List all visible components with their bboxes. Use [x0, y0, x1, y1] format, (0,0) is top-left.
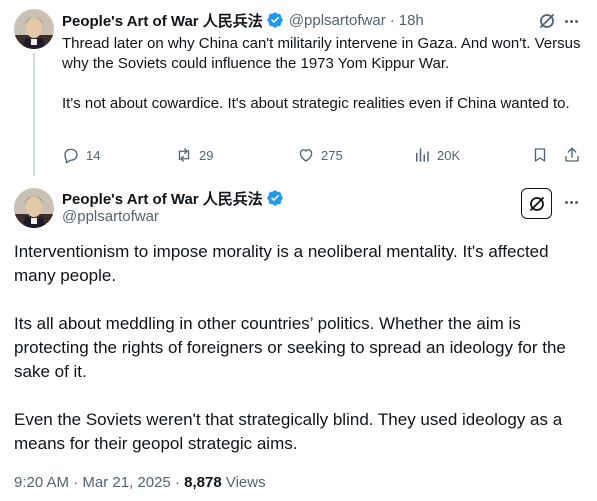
post-time[interactable]: 9:20 AM [14, 474, 69, 491]
more-icon[interactable] [560, 11, 582, 31]
author-name[interactable]: People's Art of War 人民兵法 [62, 10, 263, 31]
avatar[interactable] [14, 9, 54, 49]
post-date[interactable]: Mar 21, 2025 [82, 474, 170, 491]
tweet-paragraph: Thread later on why China can't militari… [62, 35, 581, 72]
views-icon [416, 148, 429, 162]
views-label: Views [225, 474, 266, 491]
views-button[interactable]: 20K [413, 144, 460, 166]
tweet-paragraph: It's not about cowardice. It's about str… [62, 95, 570, 112]
author-name-row: People's Art of War 人民兵法 [62, 188, 284, 208]
avatar[interactable] [14, 188, 54, 228]
tweet-meta: 9:20 AM · Mar 21, 2025 · 8,878 Views [14, 474, 266, 491]
verified-badge-icon [266, 11, 284, 29]
timestamp[interactable]: 18h [399, 12, 424, 29]
like-button[interactable]: 275 [297, 144, 343, 166]
tweet-paragraph: Even the Soviets weren't that strategica… [14, 410, 563, 453]
bookmark-button[interactable] [531, 144, 555, 166]
views-count: 8,878 [184, 474, 222, 491]
author-handle[interactable]: @pplsartofwar [289, 12, 386, 29]
more-icon[interactable] [560, 192, 582, 212]
verified-badge-icon [266, 189, 284, 207]
tweet-1[interactable]: People's Art of War 人民兵法 @pplsartofwar ·… [0, 0, 597, 176]
views-count: 20K [437, 147, 461, 163]
thread-connector-line [33, 53, 35, 176]
grok-icon[interactable] [537, 11, 557, 31]
repost-icon [178, 148, 190, 162]
separator-dot: · [73, 474, 79, 491]
share-button[interactable] [563, 144, 587, 166]
reply-button[interactable]: 14 [62, 144, 100, 166]
repost-button[interactable]: 29 [175, 144, 213, 166]
author-name[interactable]: People's Art of War 人民兵法 [62, 188, 263, 209]
reply-icon [64, 148, 78, 164]
like-icon [299, 149, 313, 162]
author-handle[interactable]: @pplsartofwar [62, 208, 159, 225]
tweet-paragraph: Its all about meddling in other countrie… [14, 314, 566, 381]
bookmark-icon [534, 148, 546, 162]
reply-count: 14 [86, 147, 101, 163]
separator-dot: · [174, 474, 180, 491]
tweet-paragraph: Interventionism to impose morality is a … [14, 242, 549, 285]
repost-count: 29 [199, 147, 214, 163]
like-count: 275 [321, 147, 343, 163]
separator-dot: · [389, 11, 395, 29]
grok-icon[interactable] [521, 188, 552, 219]
tweet-actions: 14 29 275 20K [62, 144, 582, 166]
tweet-text: Thread later on why China can't militari… [62, 34, 582, 114]
tweet-header: People's Art of War 人民兵法 @pplsartofwar ·… [62, 10, 424, 30]
share-icon [565, 147, 579, 162]
tweet-text: Interventionism to impose morality is a … [14, 240, 584, 456]
